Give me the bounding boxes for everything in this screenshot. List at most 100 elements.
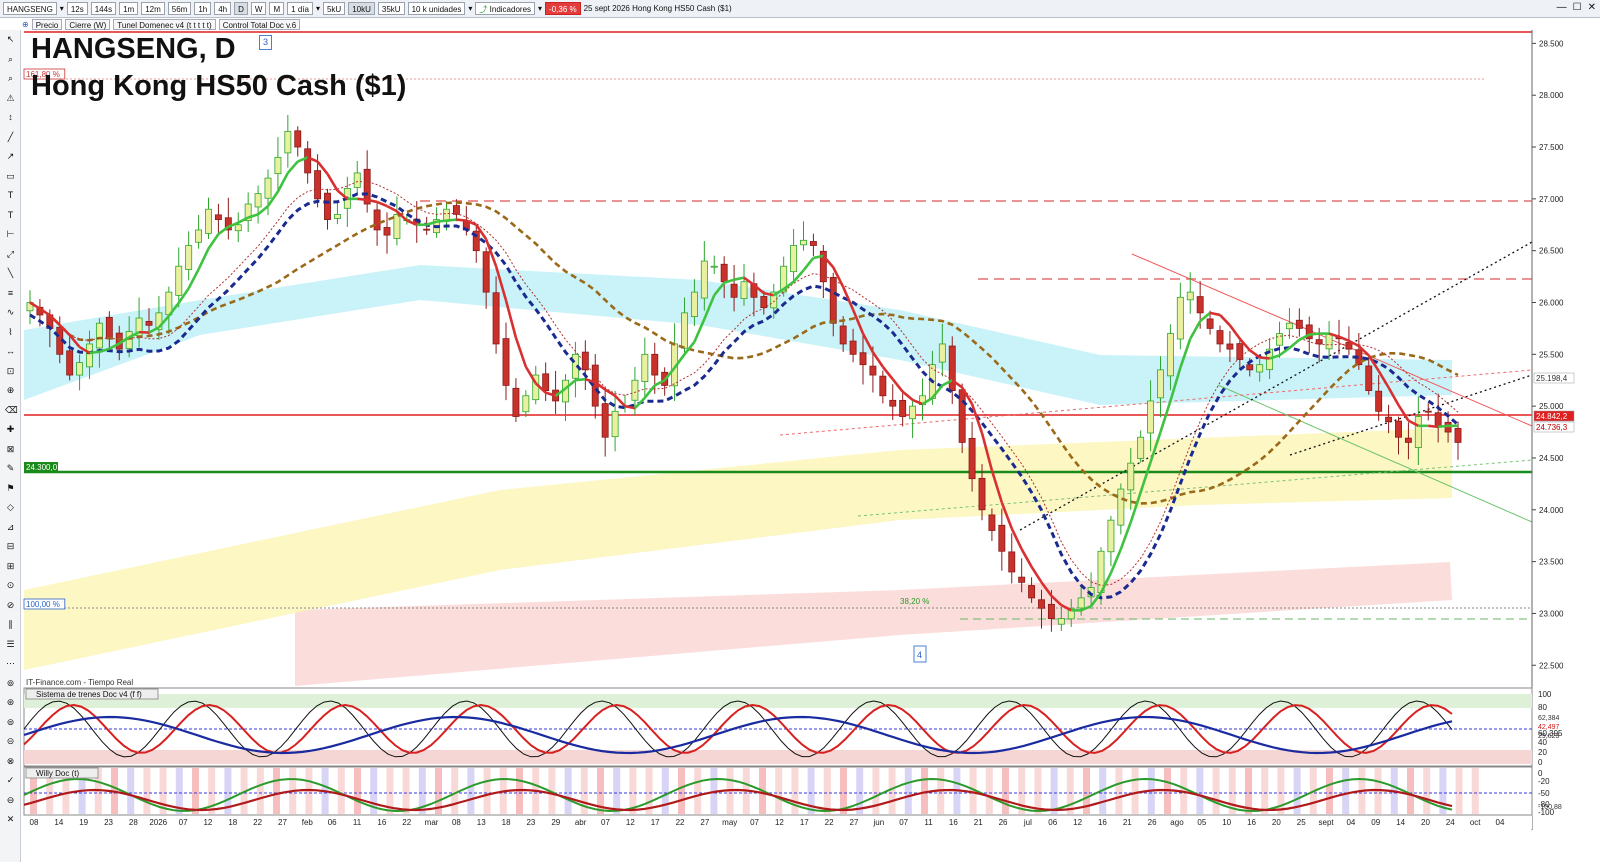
candle-body (512, 387, 520, 417)
badge-top[interactable]: 3 (259, 35, 272, 50)
axis-tick-label: 26.000 (1539, 298, 1564, 307)
ma-fast-segment (286, 160, 299, 174)
candle-body (1276, 333, 1283, 346)
ma-fast-segment (514, 337, 528, 368)
axis-tick-label: 25.000 (1539, 402, 1564, 411)
date-tick-label: 22 (825, 818, 834, 827)
date-tick-label: 07 (601, 818, 610, 827)
candle-body (254, 193, 262, 208)
chart-area[interactable]: 28.500 28.000 27.500 27.000 26.500 26.000 25.5… (0, 0, 1600, 862)
date-tick-label: 27 (700, 818, 709, 827)
candle-body (1176, 296, 1184, 340)
osc1-axis-label: 100 (1538, 690, 1552, 699)
candle-body (1117, 488, 1125, 526)
osc2-bar (564, 768, 572, 814)
date-tick-label: jul (1023, 818, 1032, 827)
ma-fast-segment (1159, 400, 1172, 433)
candle-body (998, 524, 1006, 552)
candle-body (105, 316, 113, 340)
date-tick-label: 22 (676, 818, 685, 827)
osc1-value-label: 29,623 (1538, 733, 1560, 740)
date-tick-label: 18 (502, 818, 511, 827)
ma-fast-segment (1010, 527, 1023, 550)
candle-body (1285, 322, 1293, 330)
candle-body (333, 213, 341, 219)
candle-body (383, 227, 391, 236)
candle-body (879, 375, 887, 397)
candle-body (1137, 436, 1145, 459)
candle-body (720, 263, 728, 283)
candle-body (145, 320, 153, 326)
date-tick-label: 22 (402, 818, 411, 827)
osc2-bar (791, 768, 799, 814)
osc2-bar (1342, 768, 1350, 814)
candle-body (76, 362, 84, 376)
date-tick-label: 19 (79, 818, 88, 827)
osc2-bar (613, 768, 621, 814)
date-tick-label: 26 (1148, 818, 1157, 827)
candle-body (1236, 343, 1244, 360)
candle-body (304, 148, 312, 174)
osc2-bar (1326, 768, 1333, 814)
candle-body (214, 214, 222, 220)
candle-body (95, 322, 103, 349)
date-tick-label: 16 (377, 818, 386, 827)
ma-fast-segment (1109, 548, 1123, 574)
price-label: 24.736,3 (1536, 423, 1568, 432)
candle-body (234, 224, 242, 232)
date-tick-label: 10 (1222, 818, 1231, 827)
axis-tick-label: 27.500 (1539, 143, 1564, 152)
date-tick-label: 20 (1272, 818, 1281, 827)
osc2-bar (143, 768, 151, 814)
candle-body (1206, 318, 1214, 329)
date-tick-label: 27 (850, 818, 859, 827)
candle-body (909, 405, 917, 420)
date-tick-label: 09 (1371, 818, 1380, 827)
axis-tick-label: 26.500 (1539, 247, 1564, 256)
osc2-bar (904, 768, 912, 814)
candle-body (86, 343, 93, 368)
date-tick-label: 16 (1098, 818, 1107, 827)
ma-fast-segment (802, 257, 815, 272)
date-tick-label: 14 (54, 818, 63, 827)
candle-body (631, 379, 639, 401)
ma-fast-segment (1228, 324, 1241, 340)
osc2-bar (1471, 768, 1479, 814)
candle-body (849, 340, 857, 355)
osc2-bar (694, 768, 702, 814)
candle-body (66, 350, 74, 376)
candle-body (264, 177, 272, 199)
osc2-axis-label: -50 (1538, 789, 1550, 798)
oscillator-2: Willy Doc (t) 0-20-50-80-100-100,88 (23, 766, 1562, 817)
osc2-bar (985, 768, 993, 814)
candle-body (1345, 342, 1353, 350)
candle-body (978, 477, 986, 511)
osc2-bar (1423, 768, 1431, 814)
candle-body (760, 296, 768, 309)
candle-body (502, 338, 510, 386)
osc2-bar (1131, 768, 1139, 814)
pink-band (295, 562, 1452, 686)
date-tick-label: 26 (999, 818, 1008, 827)
candle-body (1454, 428, 1462, 443)
candle-body (1038, 599, 1045, 609)
ma-fast-segment (1219, 314, 1231, 327)
oscillator-1: Sistema de trenes Doc v4 (f f) 1008060,39… (23, 687, 1563, 767)
candle-body (1404, 437, 1412, 443)
ma-fast-segment (276, 172, 289, 193)
date-tick-label: 27 (278, 818, 287, 827)
osc2-bar (127, 768, 135, 814)
candle-body (1018, 576, 1026, 583)
axis-tick-label: 23.000 (1539, 609, 1564, 618)
osc2-bar (1212, 768, 1220, 814)
axis-tick-label: 23.500 (1539, 558, 1564, 567)
osc2-bar (1407, 768, 1414, 814)
candle-body (1216, 330, 1224, 345)
candle-body (700, 260, 708, 299)
date-tick-label: 06 (328, 818, 337, 827)
candle-body (1434, 412, 1442, 428)
candle-body (1166, 333, 1174, 377)
candle-body (1256, 364, 1264, 373)
chart-subtitle: Hong Kong HS50 Cash ($1) (31, 70, 407, 102)
date-tick-label: 23 (104, 818, 113, 827)
